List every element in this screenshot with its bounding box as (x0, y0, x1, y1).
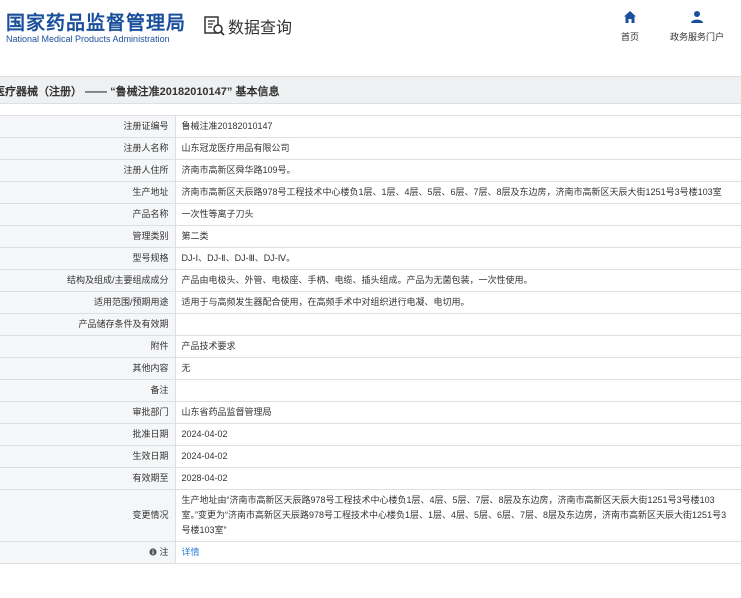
note-label: 注 (159, 547, 169, 557)
table-row: 其他内容无 (0, 357, 741, 380)
table-row: 注册人名称 山东冠龙医疗用品有限公司 (0, 137, 741, 160)
row-label: 备注 (0, 379, 176, 402)
row-value: 2028-04-02 (174, 467, 741, 490)
row-value: 鲁械注准20182010147 (174, 115, 741, 138)
row-value: 2024-04-02 (174, 445, 741, 468)
table-row: 产品储存条件及有效期 (0, 313, 741, 336)
table-row: 注 详情 (0, 541, 741, 564)
row-label: 附件 (0, 335, 176, 358)
row-value: 2024-04-02 (174, 423, 741, 446)
row-label: 其他内容 (0, 357, 176, 380)
table-row: 注册人住所 济南市高新区舜华路109号。 (0, 159, 741, 182)
row-label: 注册证编号 (0, 115, 176, 138)
row-value: 山东省药品监督管理局 (174, 401, 741, 424)
site-header: 国家药品监督管理局 National Medical Products Admi… (0, 0, 741, 62)
info-icon (149, 548, 158, 556)
row-label: 审批部门 (0, 401, 176, 424)
row-value: 产品技术要求 (174, 335, 741, 358)
row-value: 产品由电极头、外管、电极座、手柄、电缆、插头组成。产品为无菌包装，一次性使用。 (174, 269, 741, 292)
row-value: 山东冠龙医疗用品有限公司 (174, 137, 741, 160)
nav-service-portal[interactable]: 政务服务门户 (657, 10, 737, 43)
table-row: 有效期至 2028-04-02 (0, 467, 741, 490)
row-value: 济南市高新区舜华路109号。 (174, 159, 741, 182)
row-label: 注册人住所 (0, 159, 176, 182)
row-label: 注 (0, 541, 176, 564)
table-row: 生效日期 2024-04-02 (0, 445, 741, 468)
table-row: 结构及组成/主要组成成分 产品由电极头、外管、电极座、手柄、电缆、插头组成。产品为… (0, 269, 741, 292)
row-value: DJ-Ⅰ、DJ-Ⅱ、DJ-Ⅲ、DJ-Ⅳ。 (174, 247, 741, 270)
row-label: 结构及组成/主要组成成分 (0, 269, 176, 292)
row-label: 生产地址 (0, 181, 176, 204)
row-value: 详情 (174, 541, 741, 564)
table-row: 备注 (0, 379, 741, 402)
table-row: 适用范围/预期用途 适用于与高频发生器配合使用，在高频手术中对组织进行电凝、电切用… (0, 291, 741, 314)
row-value: 第二类 (174, 225, 741, 248)
table-row: 审批部门 山东省药品监督管理局 (0, 401, 741, 424)
row-label: 生效日期 (0, 445, 176, 468)
table-row: 批准日期 2024-04-02 (0, 423, 741, 446)
row-label: 注册人名称 (0, 137, 176, 160)
record-title: 医疗器械（注册） —— “鲁械注准20182010147” 基本信息 (0, 86, 280, 98)
user-icon (691, 11, 703, 23)
table-row: 产品名称 一次性等离子刀头 (0, 203, 741, 226)
registration-info-table: 注册证编号 鲁械注准20182010147 注册人名称 山东冠龙医疗用品有限公司 注… (0, 115, 741, 564)
row-label: 变更情况 (0, 489, 176, 542)
row-label: 批准日期 (0, 423, 176, 446)
nav-service-portal-label: 政务服务门户 (669, 32, 724, 42)
table-row: 管理类别 第二类 (0, 225, 741, 248)
row-value (174, 313, 741, 336)
row-value: 一次性等离子刀头 (174, 203, 741, 226)
table-row: 注册证编号 鲁械注准20182010147 (0, 115, 741, 138)
row-value: 无 (174, 357, 741, 380)
data-query-link[interactable]: 数据查询 (203, 14, 292, 38)
row-label: 管理类别 (0, 225, 176, 248)
row-label: 产品储存条件及有效期 (0, 313, 176, 336)
site-logo-cn[interactable]: 国家药品监督管理局 (6, 8, 186, 35)
row-label: 有效期至 (0, 467, 176, 490)
row-label: 型号规格 (0, 247, 176, 270)
row-value (174, 379, 741, 402)
row-value: 生产地址由“济南市高新区天辰路978号工程技术中心楼负1层、4层、5层、7层、8… (174, 489, 741, 542)
site-logo-en: National Medical Products Administration (6, 34, 170, 44)
data-query-icon (204, 16, 225, 36)
row-label: 产品名称 (0, 203, 176, 226)
table-row: 型号规格 DJ-Ⅰ、DJ-Ⅱ、DJ-Ⅲ、DJ-Ⅳ。 (0, 247, 741, 270)
table-row: 生产地址 济南市高新区天辰路978号工程技术中心楼负1层、1层、4层、5层、6层、… (0, 181, 741, 204)
details-link[interactable]: 详情 (182, 547, 200, 557)
row-value: 济南市高新区天辰路978号工程技术中心楼负1层、1层、4层、5层、6层、7层、8… (174, 181, 741, 204)
row-label: 适用范围/预期用途 (0, 291, 176, 314)
table-row: 附件 产品技术要求 (0, 335, 741, 358)
record-title-bar: 医疗器械（注册） —— “鲁械注准20182010147” 基本信息 (0, 76, 741, 104)
row-value: 适用于与高频发生器配合使用，在高频手术中对组织进行电凝、电切用。 (174, 291, 741, 314)
data-query-label: 数据查询 (228, 20, 293, 37)
table-row: 变更情况 生产地址由“济南市高新区天辰路978号工程技术中心楼负1层、4层、5层、… (0, 489, 741, 542)
home-icon (624, 11, 636, 23)
